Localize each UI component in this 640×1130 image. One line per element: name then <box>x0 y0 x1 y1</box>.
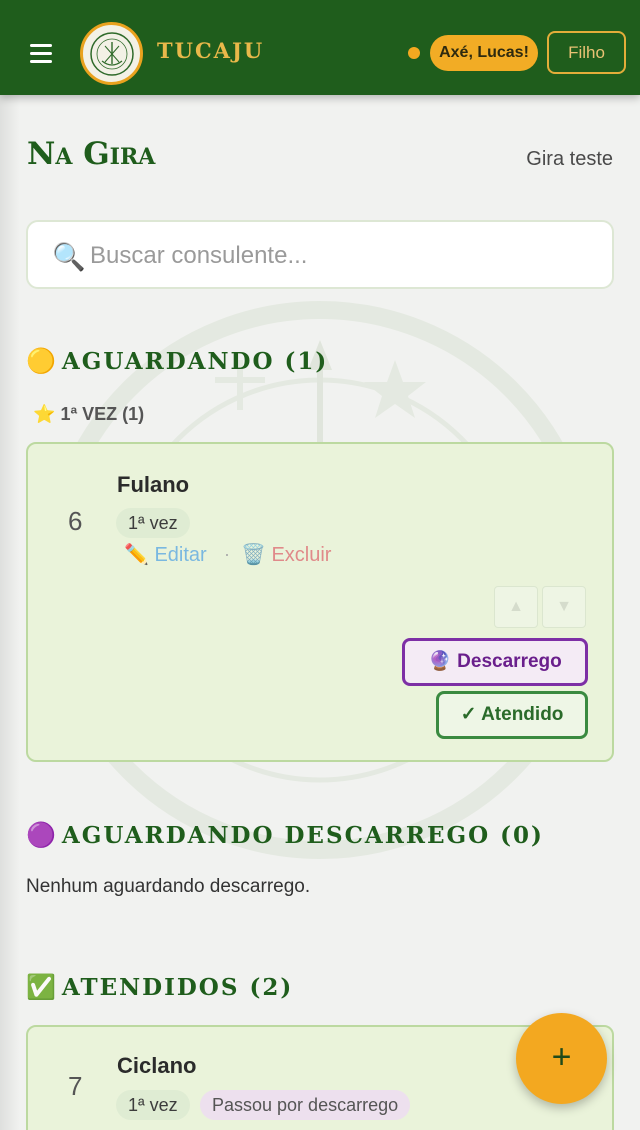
consulente-card-waiting: 6 Fulano 1ª vez ✏️ Editar · 🗑️ Excluir ▲… <box>26 442 614 762</box>
section-attended-label: ATENDIDOS (2) <box>61 974 294 1001</box>
empty-descarrego-message: Nenhum aguardando descarrego. <box>26 876 311 897</box>
link-separator: · <box>224 544 230 564</box>
section-attended-heading: ✅ ATENDIDOS (2) <box>26 972 293 1001</box>
add-consulente-button[interactable]: + <box>516 1013 607 1104</box>
brand-name: TUCAJU <box>157 38 265 63</box>
atendido-button[interactable]: ✓ Atendido <box>436 691 588 739</box>
section-waiting-label: AGUARDANDO (1) <box>61 348 329 375</box>
section-waiting-heading: 🟡 AGUARDANDO (1) <box>26 346 328 375</box>
search-input[interactable] <box>90 234 590 278</box>
purple-circle-icon: 🟣 <box>26 820 56 849</box>
move-down-button[interactable]: ▼ <box>542 586 586 628</box>
consulente-number: 6 <box>68 506 83 536</box>
star-icon: ⭐ <box>33 404 56 424</box>
page-title: Na Gira <box>27 136 156 172</box>
delete-link[interactable]: 🗑️ Excluir <box>241 542 331 567</box>
logo[interactable] <box>80 22 143 85</box>
gira-name: Gira teste <box>526 148 613 170</box>
section-waiting-descarrego-heading: 🟣 AGUARDANDO DESCARREGO (0) <box>26 820 544 849</box>
menu-icon[interactable] <box>30 44 52 63</box>
greeting-badge[interactable]: Axé, Lucas! <box>430 35 538 71</box>
first-time-label: 1ª VEZ (1) <box>60 404 145 424</box>
check-mark-icon: ✅ <box>26 972 56 1001</box>
top-bar: TUCAJU Axé, Lucas! Filho <box>0 0 640 95</box>
descarrego-button[interactable]: 🔮 Descarrego <box>402 638 588 686</box>
search-icon: 🔍 <box>52 242 86 272</box>
yellow-circle-icon: 🟡 <box>26 346 56 375</box>
consulente-name: Fulano <box>117 472 190 497</box>
descarrego-tag: Passou por descarrego <box>200 1090 411 1120</box>
first-time-tag: 1ª vez <box>116 508 190 538</box>
search-box[interactable]: 🔍 <box>26 220 614 289</box>
consulente-number: 7 <box>68 1071 83 1101</box>
consulente-name: Ciclano <box>117 1053 197 1078</box>
section-waiting-descarrego-label: AGUARDANDO DESCARREGO (0) <box>61 822 544 849</box>
move-up-button[interactable]: ▲ <box>494 586 538 628</box>
online-status-dot <box>408 47 420 59</box>
edit-link[interactable]: ✏️ Editar <box>124 542 207 567</box>
role-button[interactable]: Filho <box>547 31 626 74</box>
first-time-heading: ⭐ 1ª VEZ (1) <box>33 404 144 425</box>
first-time-tag: 1ª vez <box>116 1090 190 1120</box>
